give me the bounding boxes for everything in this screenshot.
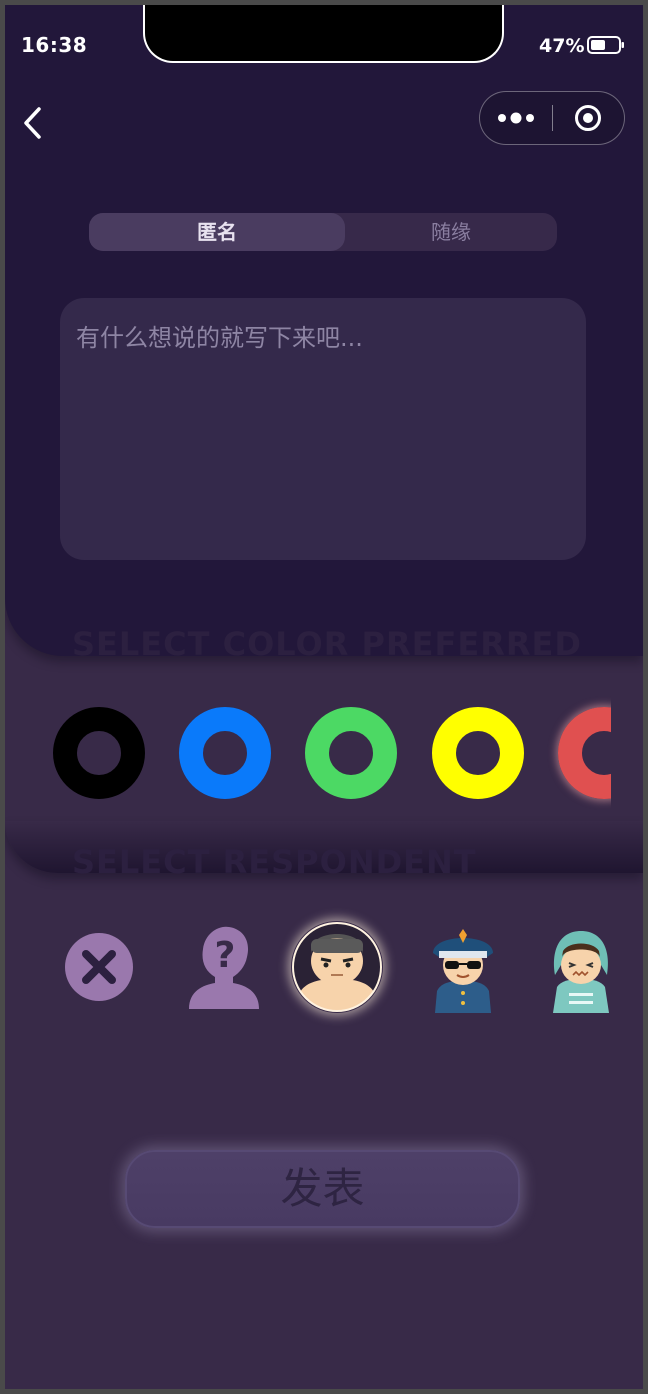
status-time: 16:38 <box>21 33 88 57</box>
tab-random[interactable]: 随缘 <box>345 213 557 251</box>
tab-anonymous[interactable]: 匿名 <box>89 213 345 251</box>
publish-button[interactable]: 发表 <box>125 1150 520 1228</box>
respondent-section-title: SELECT RESPONDENT <box>72 843 477 881</box>
nurse-avatar[interactable] <box>535 921 627 1013</box>
no-respondent-icon[interactable] <box>53 921 145 1013</box>
mini-program-capsule <box>479 91 625 145</box>
unknown-person-icon[interactable]: ? <box>177 921 269 1013</box>
battery-icon <box>587 36 624 54</box>
color-option-blue[interactable] <box>179 707 271 799</box>
message-input[interactable] <box>60 298 586 560</box>
color-option-green[interactable] <box>305 707 397 799</box>
color-option-black[interactable] <box>53 707 145 799</box>
battery-percentage: 47% <box>539 35 585 57</box>
svg-text:?: ? <box>215 935 236 976</box>
more-dots-icon[interactable] <box>496 106 538 130</box>
capsule-divider <box>552 105 553 131</box>
device-notch <box>143 5 504 63</box>
color-picker <box>5 695 611 817</box>
police-avatar[interactable] <box>417 921 509 1013</box>
color-option-yellow[interactable] <box>432 707 524 799</box>
chevron-left-icon[interactable] <box>17 101 53 145</box>
color-section-title: SELECT COLOR PREFERRED <box>72 625 582 663</box>
screen: 16:38 47% 匿名 随缘 SELECT COLOR PREFERRED <box>5 5 643 1389</box>
muscle-man-avatar[interactable] <box>291 921 383 1013</box>
color-option-red[interactable] <box>558 707 611 799</box>
target-icon[interactable] <box>574 104 602 132</box>
mode-tabs: 匿名 随缘 <box>89 213 557 251</box>
